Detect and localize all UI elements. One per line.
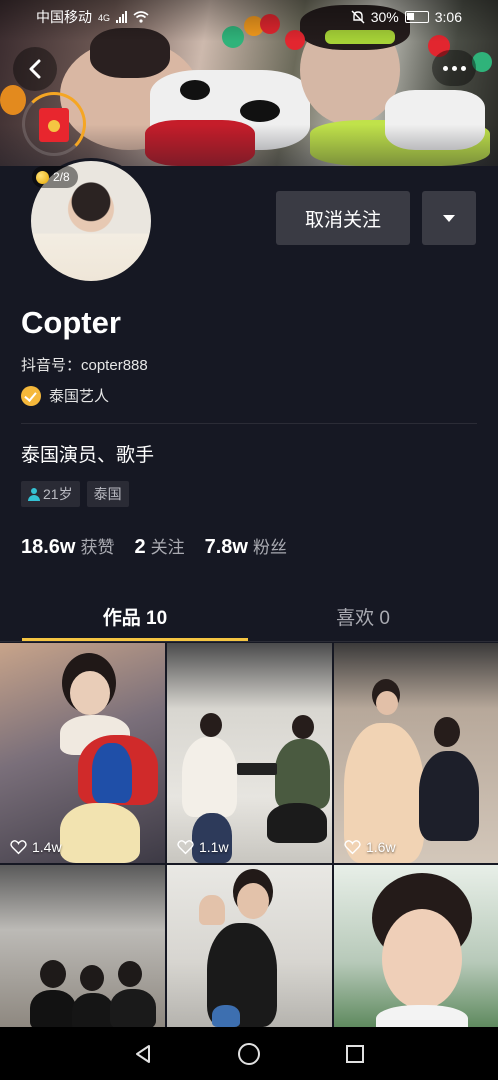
heart-outline-icon	[177, 840, 194, 855]
profile-tags: 21岁 泰国	[21, 481, 129, 507]
unfollow-button[interactable]: 取消关注	[276, 191, 410, 245]
tab-works[interactable]: 作品 10	[22, 592, 248, 640]
red-envelope-icon	[39, 108, 69, 142]
stat-following-label: 关注	[150, 538, 185, 557]
profile-name: Copter	[21, 305, 121, 340]
more-dot-icon	[451, 65, 457, 71]
stat-following[interactable]: 2 关注	[134, 533, 184, 559]
carrier-label: 中国移动	[36, 9, 92, 25]
video-like-count-label: 1.4w	[32, 839, 62, 855]
profile-stats: 18.6w 获赞 2 关注 7.8w 粉丝	[21, 533, 287, 559]
coin-icon	[36, 170, 49, 184]
video-thumbnail[interactable]: 1.6w	[334, 643, 498, 863]
clock: 3:06	[434, 9, 462, 25]
active-tab-indicator	[22, 638, 248, 641]
heart-outline-icon	[10, 840, 27, 855]
video-thumbnail[interactable]	[334, 865, 498, 1027]
verified-check-icon	[21, 385, 41, 406]
back-triangle-icon[interactable]	[132, 1043, 154, 1065]
more-options-button[interactable]	[432, 50, 476, 86]
video-like-count: 1.1w	[177, 839, 229, 855]
stat-following-value: 2	[134, 536, 146, 558]
battery-percent: 30%	[370, 9, 399, 25]
video-like-count-label: 1.1w	[199, 839, 229, 855]
recommend-dropdown-button[interactable]	[422, 191, 476, 245]
stat-likes: 18.6w 获赞	[21, 533, 114, 559]
more-dot-icon	[460, 65, 466, 71]
stat-likes-label: 获赞	[80, 538, 115, 557]
divider	[21, 423, 477, 424]
douyin-id[interactable]: 抖音号：copter888	[21, 354, 148, 375]
age-tag-label: 21岁	[43, 486, 73, 502]
location-tag: 泰国	[86, 481, 129, 507]
video-thumbnail[interactable]	[167, 865, 332, 1027]
more-dot-icon	[442, 65, 448, 71]
tab-likes[interactable]: 喜欢 0	[250, 592, 476, 640]
age-tag: 21岁	[21, 481, 80, 507]
red-packet-button[interactable]	[22, 92, 86, 156]
recents-square-icon[interactable]	[344, 1043, 366, 1065]
signal-icon	[116, 11, 128, 23]
stat-followers-label: 粉丝	[252, 538, 287, 557]
video-thumbnail[interactable]: 1.1w	[167, 643, 332, 863]
verification-label: 泰国艺人	[49, 388, 110, 405]
video-thumbnail[interactable]: 1.4w	[0, 643, 165, 863]
coin-counter[interactable]: 2/8	[32, 166, 78, 188]
person-icon	[28, 487, 40, 501]
video-like-count: 1.6w	[344, 839, 396, 855]
status-bar: 中国移动 4G 30% 3:06	[0, 0, 498, 34]
video-thumbnail[interactable]	[0, 865, 165, 1027]
video-grid: 1.4w 1.1w 1.6w	[0, 643, 498, 1027]
profile-bio: 泰国演员、歌手	[21, 445, 155, 466]
mute-bell-icon	[351, 10, 365, 24]
caret-down-icon	[443, 214, 455, 222]
verification-badge: 泰国艺人	[21, 385, 109, 406]
location-tag-label: 泰国	[93, 486, 122, 502]
system-nav-bar	[0, 1027, 498, 1080]
coin-count-label: 2/8	[53, 170, 70, 184]
home-circle-icon[interactable]	[237, 1042, 261, 1066]
chevron-left-icon	[29, 59, 41, 79]
network-label: 4G	[98, 13, 111, 23]
stat-likes-value: 18.6w	[21, 536, 76, 558]
heart-outline-icon	[344, 840, 361, 855]
video-like-count-label: 1.6w	[366, 839, 396, 855]
stat-followers-value: 7.8w	[204, 536, 248, 558]
stat-followers[interactable]: 7.8w 粉丝	[205, 533, 287, 559]
back-button[interactable]	[13, 47, 57, 91]
battery-icon	[404, 11, 429, 23]
wifi-icon	[133, 11, 149, 23]
content-tabs: 作品 10 喜欢 0	[0, 592, 498, 642]
video-like-count: 1.4w	[10, 839, 62, 855]
